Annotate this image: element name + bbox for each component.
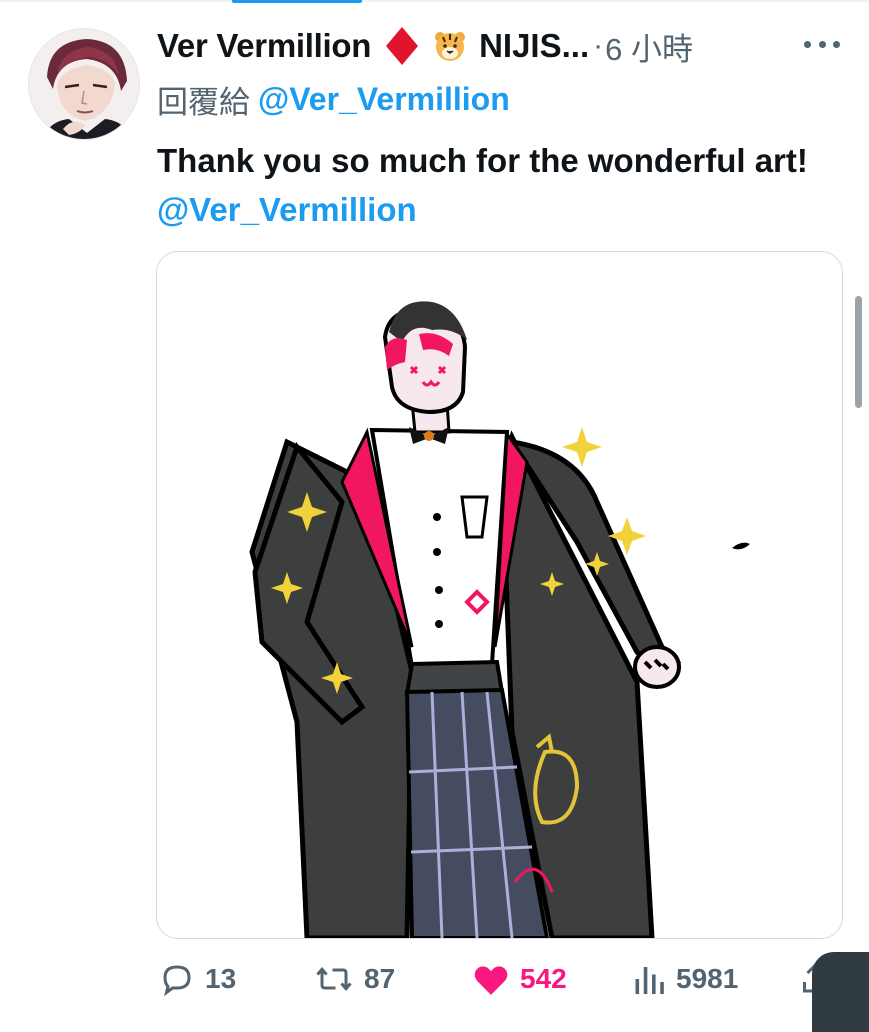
like-button[interactable]: 542 [472,955,567,1003]
separator-dot: · [593,29,604,62]
analytics-bars-icon [635,967,664,994]
views-button[interactable]: 5981 [632,955,738,1003]
views-count: 5981 [676,963,739,994]
red-diamond-emoji-icon [385,26,419,66]
retweet-count: 87 [364,963,396,994]
more-dots-icon[interactable] [804,32,840,56]
timestamp[interactable]: 6 小時 [605,24,693,69]
top-divider [0,0,869,3]
retweet-button[interactable]: 87 [314,955,395,1003]
tweet-text-body: Thank you so much for the wonderful art! [157,142,808,179]
tiger-face-emoji-icon [433,29,467,63]
heart-filled-icon [474,966,508,995]
reply-bubble-icon [163,965,191,997]
media-image[interactable] [156,251,843,939]
avatar-portrait-icon [29,29,139,139]
avatar[interactable] [28,28,140,140]
retweet-icon [316,966,352,992]
mention-link[interactable]: @Ver_Vermillion [157,191,417,228]
active-tab-indicator [232,0,362,3]
affiliation-label: NIJIS... [479,27,590,64]
like-count: 542 [520,963,567,994]
reply-prefix: 回覆給 [157,84,250,120]
scrollbar-thumb[interactable] [855,296,862,408]
tweet-action-bar: 13 87 542 5981 [0,955,869,1003]
artwork-illustration [157,252,842,938]
reply-count: 13 [205,963,237,994]
display-name[interactable]: Ver Vermillion [157,27,371,65]
tweet-text: Thank you so much for the wonderful art!… [157,136,847,234]
reply-button[interactable]: 13 [159,955,236,1003]
reply-context: 回覆給 @Ver_Vermillion [157,78,510,120]
floating-corner-panel[interactable] [812,952,869,1032]
reply-to-handle-link[interactable]: @Ver_Vermillion [258,81,510,118]
tweet-header: Ver Vermillion NIJIS... · 6 小時 [157,22,693,70]
